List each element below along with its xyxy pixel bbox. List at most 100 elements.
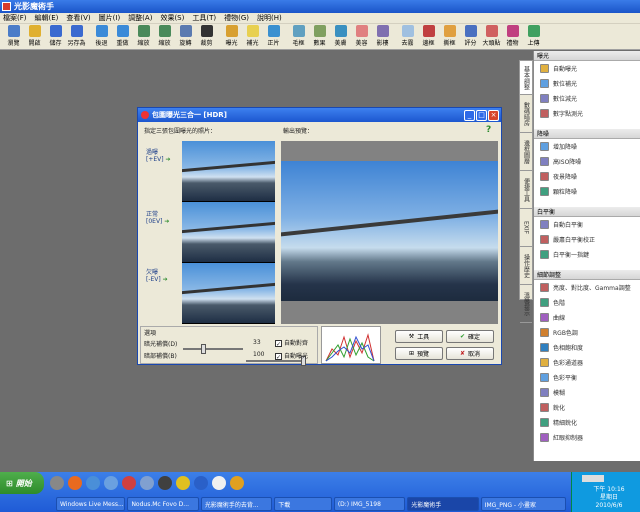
panel-item[interactable]: 增加降噪 (534, 139, 640, 154)
panel-item[interactable]: 數位補光 (534, 76, 640, 91)
clock[interactable]: 下午 10:16 星期日 2010/6/6 (580, 486, 638, 510)
panel-item[interactable]: RGB色調 (534, 325, 640, 340)
ie-icon[interactable] (86, 476, 100, 490)
auto-align-checkbox[interactable]: ✓ (275, 340, 282, 348)
auto-exposure-option[interactable]: ✓ 自動曝光 (275, 351, 308, 361)
cancel-button[interactable]: ✘ 取消 (446, 347, 494, 360)
panel-item[interactable]: 白平衡一指鍵 (534, 247, 640, 262)
close-button[interactable]: × (488, 109, 499, 121)
toolbar-button[interactable]: 開啟 (24, 24, 45, 49)
side-tab[interactable]: 溫馨提示 (520, 285, 532, 323)
panel-item[interactable]: 模糊 (534, 385, 640, 400)
task-button-active[interactable]: 光影魔術手 (407, 497, 479, 511)
panel-item[interactable]: 數位減光 (534, 91, 640, 106)
toolbar-button[interactable]: 邊框 (418, 24, 439, 49)
side-tab[interactable]: EXIF (520, 209, 532, 247)
quicklaunch-icon[interactable] (140, 476, 154, 490)
task-button[interactable]: (D:) IMG_5198 (333, 497, 406, 511)
toolbar-button[interactable]: 評分 (460, 24, 481, 49)
quicklaunch-icon[interactable] (158, 476, 172, 490)
auto-align-option[interactable]: ✓ 自動對齊 (275, 338, 308, 348)
panel-item[interactable]: 色彩通道器 (534, 355, 640, 370)
quicklaunch-icon[interactable] (230, 476, 244, 490)
panel-item[interactable]: 自動曝光 (534, 61, 640, 76)
menu-image[interactable]: 圖片(I) (99, 13, 121, 23)
dark-slider-knob[interactable] (201, 344, 206, 354)
exposure-under[interactable]: 欠曝 [-EV] ➔ (146, 267, 168, 283)
toolbar-button[interactable]: 縮放 (154, 24, 175, 49)
ok-button[interactable]: ✔ 確定 (446, 330, 494, 343)
toolbar-button[interactable]: 另存為 (66, 24, 87, 49)
thumb-underexposed[interactable] (182, 263, 275, 323)
toolbar-button[interactable]: 禮物 (502, 24, 523, 49)
toolbar-button[interactable]: 影樓 (372, 24, 393, 49)
task-button[interactable]: Windows Live Mess... (56, 497, 126, 511)
panel-item[interactable]: 色階 (534, 295, 640, 310)
thumb-overexposed[interactable] (182, 141, 275, 201)
task-button[interactable]: 下載 (274, 497, 332, 511)
tools-button[interactable]: ⚒ 工具 (395, 330, 443, 343)
panel-item[interactable]: 自動白平衡 (534, 217, 640, 232)
panel-item[interactable]: 色相飽和度 (534, 340, 640, 355)
menu-gifts[interactable]: 禮物(G) (224, 13, 249, 23)
quicklaunch-icon[interactable] (212, 476, 226, 490)
panel-item[interactable]: 數字點測光 (534, 106, 640, 121)
minimize-button[interactable]: _ (464, 109, 475, 121)
panel-item[interactable]: 精細銳化 (534, 415, 640, 430)
toolbar-button[interactable]: 旋轉 (175, 24, 196, 49)
toolbar-button[interactable]: 毛框 (288, 24, 309, 49)
side-tab[interactable]: 基本調整 (520, 61, 532, 95)
menu-edit[interactable]: 編輯(E) (35, 13, 59, 23)
panel-item[interactable]: 夜景降噪 (534, 169, 640, 184)
panel-item[interactable]: 色彩平衡 (534, 370, 640, 385)
panel-item[interactable]: 高ISO降噪 (534, 154, 640, 169)
side-tab[interactable]: 數碼暗房 (520, 95, 532, 133)
panel-item[interactable]: 顆粒降噪 (534, 184, 640, 199)
toolbar-button[interactable]: 撕框 (439, 24, 460, 49)
side-tab[interactable]: 邊框圖層 (520, 133, 532, 171)
tray-icons[interactable] (582, 475, 604, 482)
task-button[interactable]: Nodus.Mc Fovo D... (127, 497, 199, 511)
help-icon[interactable]: ? (486, 125, 491, 135)
panel-section-header[interactable]: 細節調整 (534, 270, 640, 280)
toolbar-button[interactable]: 縮放 (133, 24, 154, 49)
exposure-over[interactable]: 過曝 [+EV] ➔ (146, 147, 171, 163)
toolbar-button[interactable]: 數果 (309, 24, 330, 49)
toolbar-button[interactable]: 上傳 (523, 24, 544, 49)
toolbar-button[interactable]: 曝光 (221, 24, 242, 49)
menu-view[interactable]: 查看(V) (66, 13, 90, 23)
menu-effects[interactable]: 效果(S) (160, 13, 184, 23)
toolbar-button[interactable]: 大頭貼 (481, 24, 502, 49)
quicklaunch-icon[interactable] (122, 476, 136, 490)
toolbar-button[interactable]: 儲存 (45, 24, 66, 49)
dark-slider[interactable] (183, 344, 243, 354)
panel-section-header[interactable]: 降噪 (534, 129, 640, 139)
toolbar-button[interactable]: 瀏覽 (3, 24, 24, 49)
panel-item[interactable]: 紅眼抑制器 (534, 430, 640, 445)
quicklaunch-icon[interactable] (50, 476, 64, 490)
quicklaunch-icon[interactable] (194, 476, 208, 490)
auto-exposure-checkbox[interactable]: ✓ (275, 353, 282, 361)
toolbar-button[interactable]: 美膚 (330, 24, 351, 49)
panel-item[interactable]: 曲線 (534, 310, 640, 325)
toolbar-button[interactable]: 美容 (351, 24, 372, 49)
side-tab[interactable]: 操作歷史 (520, 247, 532, 285)
toolbar-button[interactable]: 正片 (263, 24, 284, 49)
preview-button[interactable]: ⊞ 預覽 (395, 347, 443, 360)
thumb-normal[interactable] (182, 202, 275, 262)
menu-adjust[interactable]: 調整(A) (128, 13, 152, 23)
toolbar-button[interactable]: 後退 (91, 24, 112, 49)
firefox-icon[interactable] (68, 476, 82, 490)
menu-help[interactable]: 說明(H) (257, 13, 282, 23)
maximize-button[interactable]: □ (476, 109, 487, 121)
start-button[interactable]: ⊞ 開始 (0, 472, 44, 494)
exposure-normal[interactable]: 正常 [0EV] ➔ (146, 209, 169, 225)
panel-section-header[interactable]: 白平衡 (534, 207, 640, 217)
side-tab[interactable]: 便捷工具 (520, 171, 532, 209)
quicklaunch-icon[interactable] (104, 476, 118, 490)
quicklaunch-icon[interactable] (176, 476, 190, 490)
task-button[interactable]: 光影魔術手的去背... (200, 497, 273, 511)
menu-tools[interactable]: 工具(T) (192, 13, 216, 23)
panel-item[interactable]: 亮度、對比度、Gamma調整 (534, 280, 640, 295)
menu-file[interactable]: 檔案(F) (3, 13, 27, 23)
